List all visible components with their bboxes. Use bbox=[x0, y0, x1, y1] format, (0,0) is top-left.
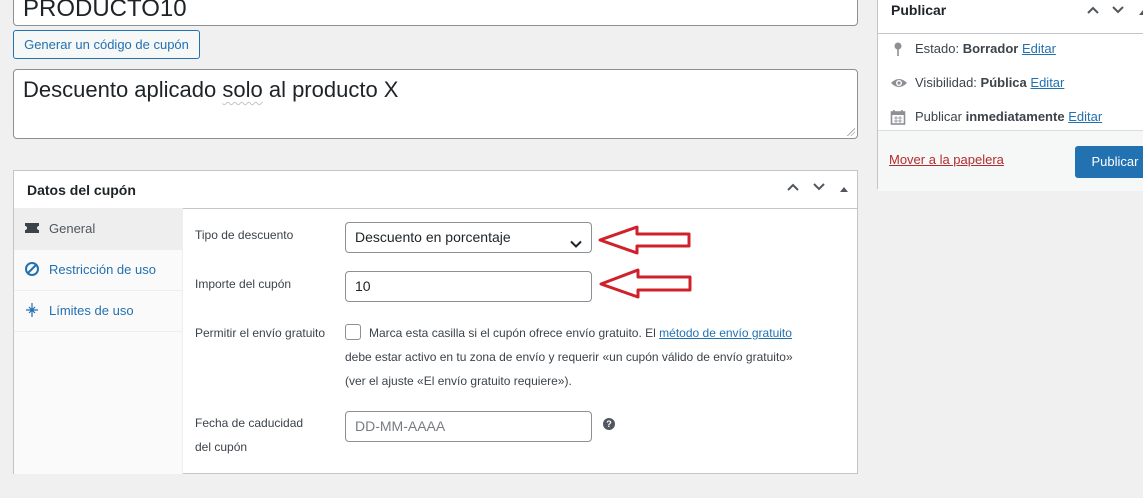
publish-header: Publicar bbox=[878, 0, 1143, 34]
chevron-up-icon[interactable] bbox=[783, 179, 803, 199]
tab-usage-restriction[interactable]: Restricción de uso bbox=[14, 249, 182, 291]
tab-general[interactable]: General bbox=[14, 208, 182, 250]
coupon-data-tabs: General Restricción de uso Límites de us… bbox=[14, 208, 183, 474]
expiry-date-placeholder: DD-MM-AAAA bbox=[355, 418, 446, 434]
tab-usage-limits[interactable]: Límites de uso bbox=[14, 290, 182, 332]
tab-usage-restriction-label: Restricción de uso bbox=[49, 262, 156, 277]
ticket-icon bbox=[24, 220, 40, 236]
pin-icon bbox=[890, 41, 906, 57]
expiry-date-input[interactable]: DD-MM-AAAA bbox=[345, 411, 592, 442]
discount-type-label: Tipo de descuento bbox=[195, 228, 294, 242]
restriction-icon bbox=[24, 261, 40, 277]
schedule-value: inmediatamente bbox=[965, 109, 1065, 124]
coupon-code-value: PRODUCTO10 bbox=[23, 0, 187, 22]
publish-panel: Publicar Estado: Borrador Editar Visibil… bbox=[877, 0, 1143, 191]
chevron-down-icon[interactable] bbox=[1108, 2, 1128, 22]
coupon-description-textarea[interactable]: Descuento aplicado solo al producto X bbox=[13, 69, 858, 139]
free-shipping-description: Marca esta casilla si el cupón ofrece en… bbox=[345, 321, 845, 393]
coupon-amount-label: Importe del cupón bbox=[195, 277, 292, 291]
status-value: Borrador bbox=[962, 41, 1019, 56]
edit-status-link[interactable]: Editar bbox=[1022, 41, 1056, 56]
visibility-row: Visibilidad: Pública Editar bbox=[890, 75, 1143, 93]
schedule-row: Publicar inmediatamente Editar bbox=[890, 109, 1143, 127]
description-text-suffix: al producto X bbox=[262, 77, 399, 102]
annotation-arrow-coupon-amount bbox=[599, 268, 692, 299]
chevron-down-icon[interactable] bbox=[809, 179, 829, 199]
coupon-data-title: Datos del cupón bbox=[27, 182, 136, 198]
expiry-date-label-line-2: del cupón bbox=[195, 440, 248, 454]
free-shipping-text-1: Marca esta casilla si el cupón ofrece en… bbox=[369, 326, 660, 340]
free-shipping-label: Permitir el envío gratuito bbox=[195, 326, 326, 340]
calendar-icon bbox=[890, 109, 906, 125]
description-text-misspelled: solo bbox=[222, 77, 263, 102]
generate-coupon-code-button[interactable]: Generar un código de cupón bbox=[13, 30, 200, 59]
move-to-trash-link[interactable]: Mover a la papelera bbox=[889, 152, 1004, 167]
edit-schedule-link[interactable]: Editar bbox=[1068, 109, 1102, 124]
resize-handle[interactable] bbox=[847, 128, 855, 136]
edit-visibility-link[interactable]: Editar bbox=[1030, 75, 1064, 90]
publish-actions: Mover a la papelera Publicar bbox=[878, 130, 1143, 191]
free-shipping-method-link[interactable]: método de envío gratuito bbox=[659, 326, 792, 340]
chevron-up-icon[interactable] bbox=[1083, 2, 1103, 22]
expiry-date-label-line-1: Fecha de caducidad bbox=[195, 416, 304, 430]
status-row: Estado: Borrador Editar bbox=[890, 41, 1143, 59]
coupon-amount-value: 10 bbox=[355, 278, 371, 294]
free-shipping-text-2: debe estar activo en tu zona de envío y … bbox=[345, 350, 793, 364]
free-shipping-text-3: (ver el ajuste «El envío gratuito requie… bbox=[345, 374, 572, 388]
limits-icon bbox=[24, 302, 40, 318]
publish-title: Publicar bbox=[891, 2, 947, 18]
collapse-toggle-icon[interactable] bbox=[1133, 2, 1143, 22]
coupon-data-panel: Datos del cupón General Restricción de u… bbox=[13, 170, 858, 474]
tab-general-label: General bbox=[49, 221, 96, 236]
chevron-down-icon bbox=[570, 231, 582, 248]
status-label: Estado: bbox=[915, 41, 963, 56]
help-icon[interactable]: ? bbox=[603, 418, 615, 430]
coupon-amount-input[interactable]: 10 bbox=[345, 271, 592, 302]
coupon-code-input[interactable]: PRODUCTO10 bbox=[13, 0, 858, 26]
coupon-data-header: Datos del cupón bbox=[14, 171, 857, 209]
expiry-date-label: Fecha de caducidad del cupón bbox=[195, 411, 303, 459]
visibility-value: Pública bbox=[980, 75, 1027, 90]
collapse-toggle-icon[interactable] bbox=[834, 179, 854, 199]
tab-usage-limits-label: Límites de uso bbox=[49, 303, 134, 318]
schedule-label: Publicar bbox=[915, 109, 966, 124]
visibility-label: Visibilidad: bbox=[915, 75, 981, 90]
annotation-arrow-discount-type bbox=[598, 225, 691, 255]
discount-type-select[interactable]: Descuento en porcentaje bbox=[345, 222, 592, 253]
discount-type-value: Descuento en porcentaje bbox=[355, 229, 511, 245]
description-text-prefix: Descuento aplicado bbox=[23, 77, 223, 102]
eye-icon bbox=[890, 75, 907, 91]
publish-button[interactable]: Publicar bbox=[1075, 146, 1143, 178]
